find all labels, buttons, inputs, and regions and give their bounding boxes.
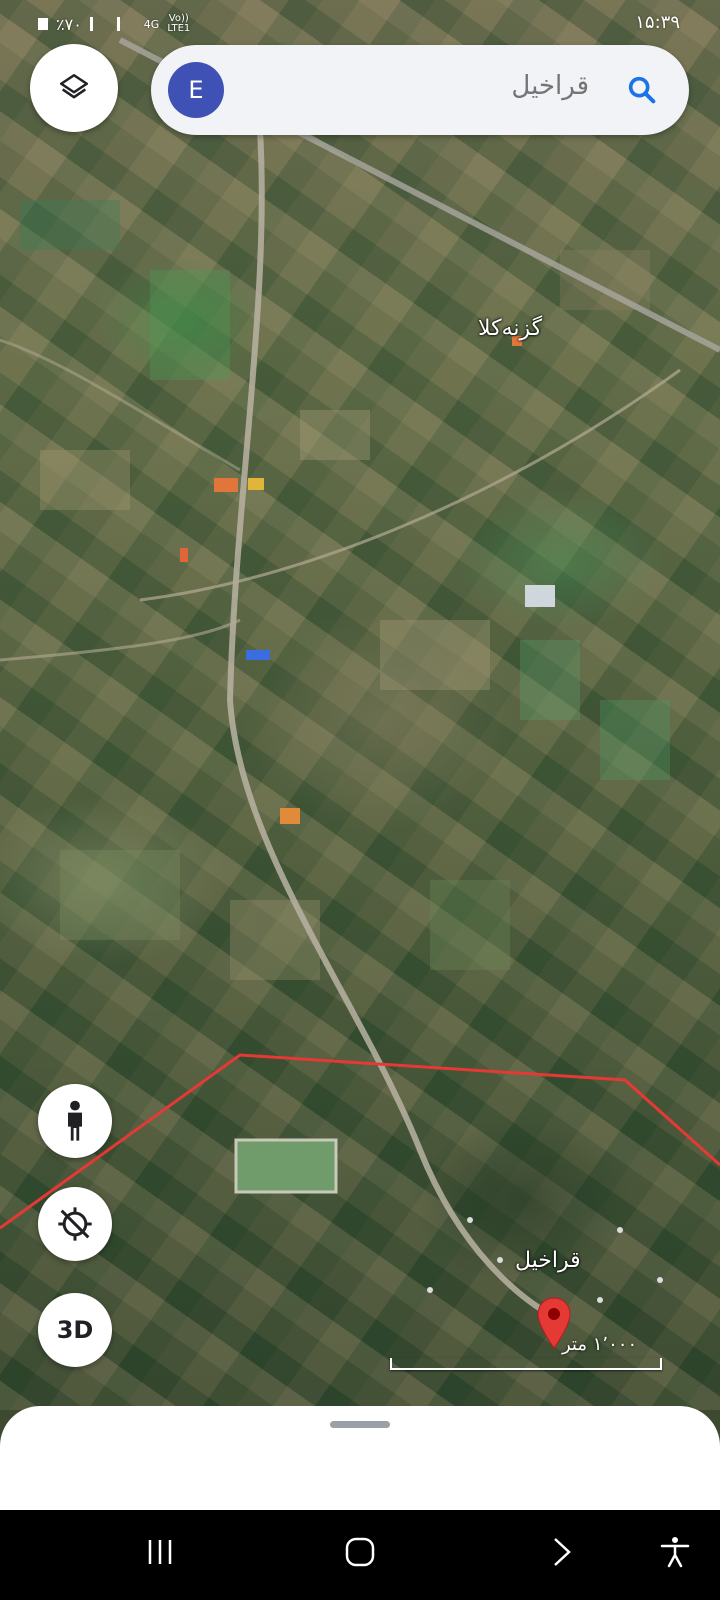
search-bar[interactable]: E قراخیل [151,45,689,135]
scale-bar [390,1358,662,1370]
street-view-button[interactable] [38,1084,112,1158]
recents-icon[interactable] [143,1535,177,1573]
pegman-icon [68,1100,82,1141]
search-icon[interactable] [625,73,659,111]
battery-icon [38,18,48,30]
satellite-map[interactable]: گزنه‌کلا قراخیل ۱٬۰۰۰ متر [0,0,720,1410]
map-label-gazneh-kola[interactable]: گزنه‌کلا [478,316,542,341]
3d-button[interactable]: 3D [38,1293,112,1367]
layers-icon [59,73,89,99]
field-patches [20,200,670,980]
map-label-qarakhil[interactable]: قراخیل [515,1248,581,1273]
battery-percent: ٪۷۰ [56,14,82,34]
my-location-button[interactable] [38,1187,112,1261]
scale-label: ۱٬۰۰۰ متر [562,1334,638,1355]
signal-icon-2 [116,17,136,31]
account-avatar[interactable]: E [168,62,224,118]
back-icon[interactable] [545,1535,579,1573]
bottom-sheet[interactable] [0,1406,720,1510]
network-type: 4G [143,17,160,31]
sheet-drag-handle[interactable] [330,1421,390,1428]
map-overlay [0,37,720,1323]
search-query-text[interactable]: قراخیل [511,71,589,101]
accessibility-icon[interactable] [658,1535,692,1573]
clock: ۱۵:۳۹ [635,12,680,33]
home-icon[interactable] [343,1535,377,1573]
location-off-icon [58,1207,92,1241]
signal-icon [89,17,109,31]
volte-indicator: Vo)) LTE1 [167,13,191,34]
village-boundary [0,1053,720,1230]
navigation-bar [0,1510,720,1600]
status-bar: ٪۷۰ 4G Vo)) LTE1 ۱۵:۳۹ [0,0,720,44]
layers-button[interactable] [30,44,118,132]
